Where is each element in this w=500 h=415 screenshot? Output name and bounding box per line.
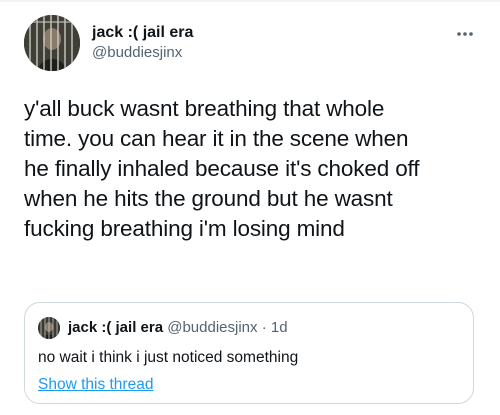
- tweet-text-line: time. you can hear it in the scene when: [24, 126, 409, 151]
- tweet-text-line: when he hits the ground but he wasnt: [24, 186, 393, 211]
- more-options-button[interactable]: [452, 24, 478, 44]
- quoted-tweet-text: no wait i think i just noticed something: [38, 349, 299, 366]
- show-thread-link[interactable]: Show this thread: [38, 375, 153, 395]
- profile-photo-icon: [38, 317, 60, 339]
- author-display-name[interactable]: jack :( jail era: [92, 23, 193, 43]
- author-handle[interactable]: @buddiesjinx: [92, 43, 193, 63]
- tweet-text-line: fucking breathing i'm losing mind: [24, 216, 345, 241]
- profile-photo-icon: [24, 15, 80, 71]
- tweet-text-line: he finally inhaled because it's choked o…: [24, 156, 420, 181]
- tweet-text-line: y'all buck wasnt breathing that whole: [24, 96, 385, 121]
- top-divider: [0, 0, 500, 2]
- quoted-tweet-timestamp: 1d: [270, 319, 288, 336]
- ellipsis-icon: [457, 32, 473, 36]
- quoted-author-handle: @buddiesjinx: [167, 319, 258, 336]
- quoted-tweet-header: jack :( jail era @buddiesjinx · 1d: [68, 318, 288, 338]
- quoted-author-avatar: [38, 317, 60, 339]
- author-avatar[interactable]: [24, 15, 80, 71]
- quoted-author-display-name: jack :( jail era: [68, 319, 164, 336]
- author-info[interactable]: jack :( jail era @buddiesjinx: [92, 23, 193, 63]
- quoted-tweet-separator: ·: [261, 319, 267, 336]
- quoted-tweet-card[interactable]: jack :( jail era @buddiesjinx · 1d no wa…: [24, 302, 474, 404]
- tweet-text: y'all buck wasnt breathing that whole ti…: [24, 94, 482, 244]
